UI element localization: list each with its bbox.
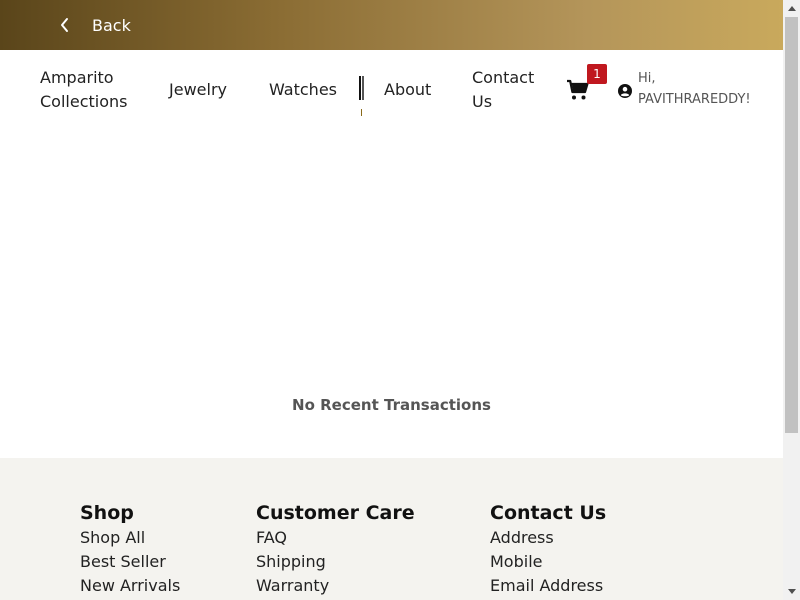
footer-link-email-address[interactable]: Email Address xyxy=(490,574,606,598)
footer-link-best-seller[interactable]: Best Seller xyxy=(80,550,180,574)
footer-link-shop-all[interactable]: Shop All xyxy=(80,526,180,550)
back-label: Back xyxy=(92,15,131,35)
footer: Shop Shop All Best Seller New Arrivals C… xyxy=(0,458,783,600)
nav-item-watches[interactable]: Watches xyxy=(269,78,337,102)
footer-link-warranty[interactable]: Warranty xyxy=(256,574,415,598)
footer-contact-title: Contact Us xyxy=(490,502,607,524)
nav-item-jewelry[interactable]: Jewelry xyxy=(169,78,227,102)
footer-link-faq[interactable]: FAQ xyxy=(256,526,415,550)
scroll-up-icon[interactable] xyxy=(783,0,800,17)
back-button[interactable]: Back xyxy=(56,13,131,37)
vertical-scrollbar[interactable] xyxy=(783,0,800,600)
footer-link-shipping[interactable]: Shipping xyxy=(256,550,415,574)
cart-count-badge: 1 xyxy=(587,64,607,84)
footer-link-mobile[interactable]: Mobile xyxy=(490,550,606,574)
user-greeting[interactable]: Hi, PAVITHRAREDDY! xyxy=(638,68,758,110)
footer-shop-title: Shop xyxy=(80,502,134,524)
nav-item-contact-us[interactable]: Contact Us xyxy=(472,66,552,114)
footer-link-new-arrivals[interactable]: New Arrivals xyxy=(80,574,180,598)
page: Back Amparito Collections Jewelry Watche… xyxy=(0,0,783,600)
chevron-left-icon xyxy=(56,13,72,37)
nav-item-about[interactable]: About xyxy=(384,78,431,102)
footer-care-title: Customer Care xyxy=(256,502,415,524)
footer-shop-column: Shop Shop All Best Seller New Arrivals xyxy=(80,500,180,598)
render-artifact xyxy=(359,76,365,118)
nav-brand-link[interactable]: Amparito Collections xyxy=(40,66,150,114)
footer-link-address[interactable]: Address xyxy=(490,526,606,550)
footer-contact-column: Contact Us Address Mobile Email Address xyxy=(490,500,606,598)
user-greeting-text: Hi, PAVITHRAREDDY! xyxy=(638,71,751,107)
user-circle-icon[interactable] xyxy=(618,83,632,98)
scrollbar-thumb[interactable] xyxy=(785,17,798,433)
empty-transactions-message: No Recent Transactions xyxy=(292,396,491,414)
scroll-down-icon[interactable] xyxy=(783,583,800,600)
footer-care-column: Customer Care FAQ Shipping Warranty xyxy=(256,500,415,598)
top-bar: Back xyxy=(0,0,783,50)
